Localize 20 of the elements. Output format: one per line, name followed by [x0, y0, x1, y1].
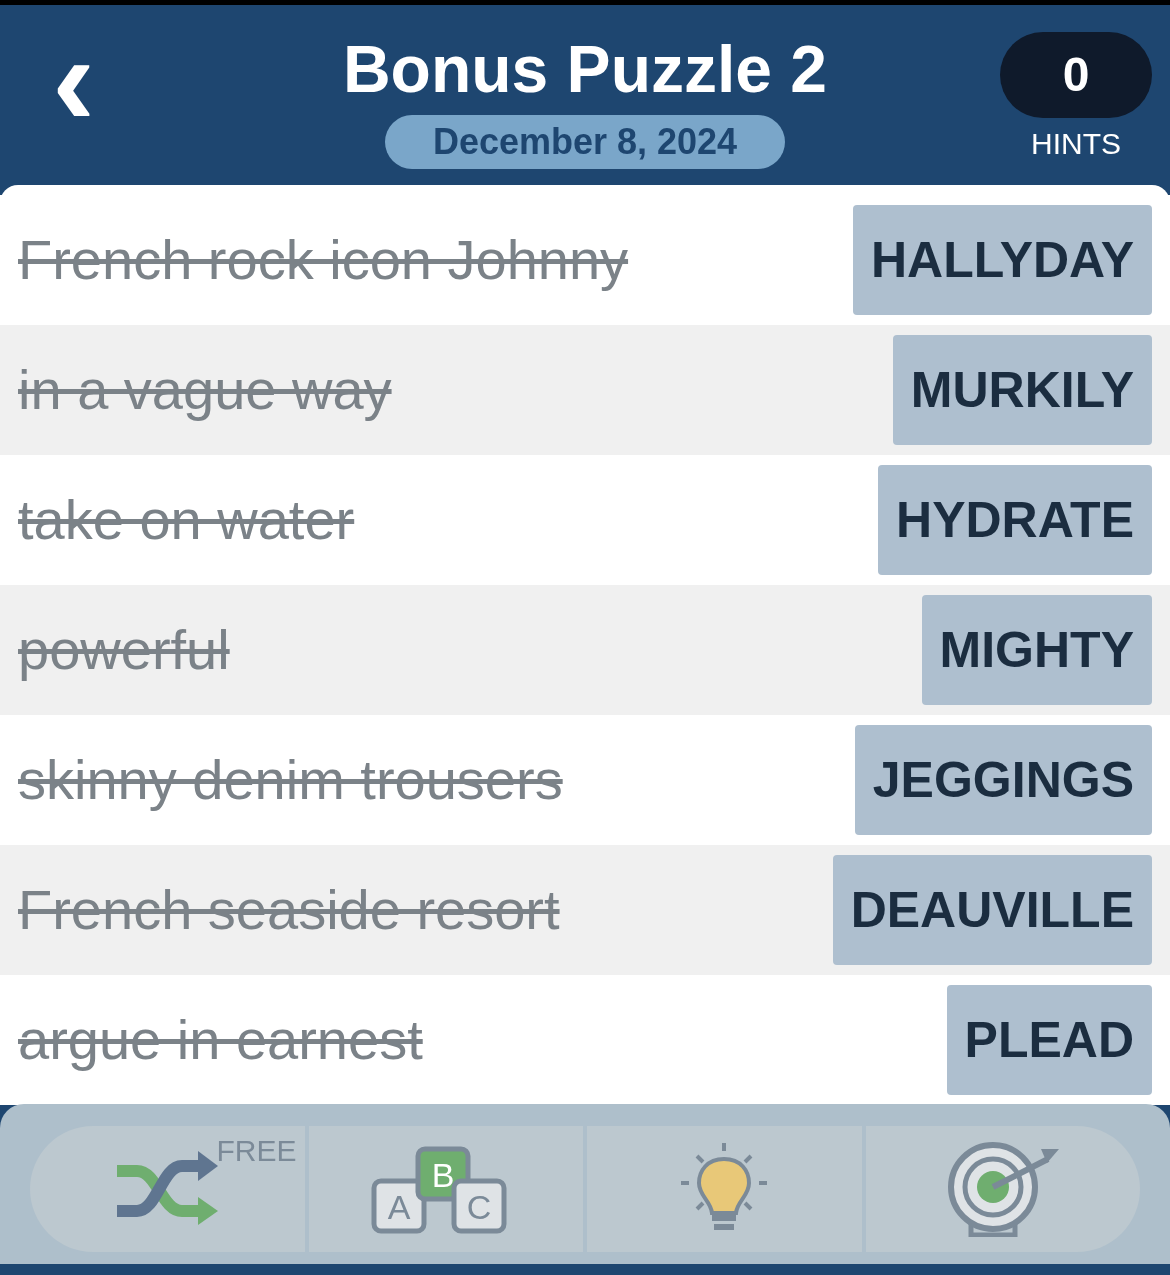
- answer-tile: JEGGINGS: [854, 725, 1152, 835]
- clue-text: skinny denim trousers: [18, 747, 563, 813]
- answer-tile: HALLYDAY: [852, 205, 1152, 315]
- clue-text: French rock icon Johnny: [18, 227, 629, 293]
- answer-tile: PLEAD: [946, 985, 1152, 1095]
- puzzle-title: Bonus Puzzle 2: [342, 31, 828, 107]
- back-button[interactable]: ‹: [52, 25, 96, 135]
- clue-text: take on water: [18, 487, 355, 553]
- clue-text: powerful: [18, 617, 230, 683]
- clue-text: argue in earnest: [18, 1007, 423, 1073]
- clue-text: French seaside resort: [18, 877, 560, 943]
- answer-tile: MIGHTY: [921, 595, 1152, 705]
- answer-tile: MURKILY: [892, 335, 1152, 445]
- free-label: FREE: [216, 1133, 297, 1169]
- hints-label: HINTS: [1031, 126, 1121, 162]
- date-pill: December 8, 2024: [384, 115, 786, 169]
- clue-text: in a vague way: [18, 357, 392, 423]
- hint-count[interactable]: 0: [1000, 32, 1152, 118]
- answer-tile: DEAUVILLE: [832, 855, 1152, 965]
- answer-tile: HYDRATE: [878, 465, 1152, 575]
